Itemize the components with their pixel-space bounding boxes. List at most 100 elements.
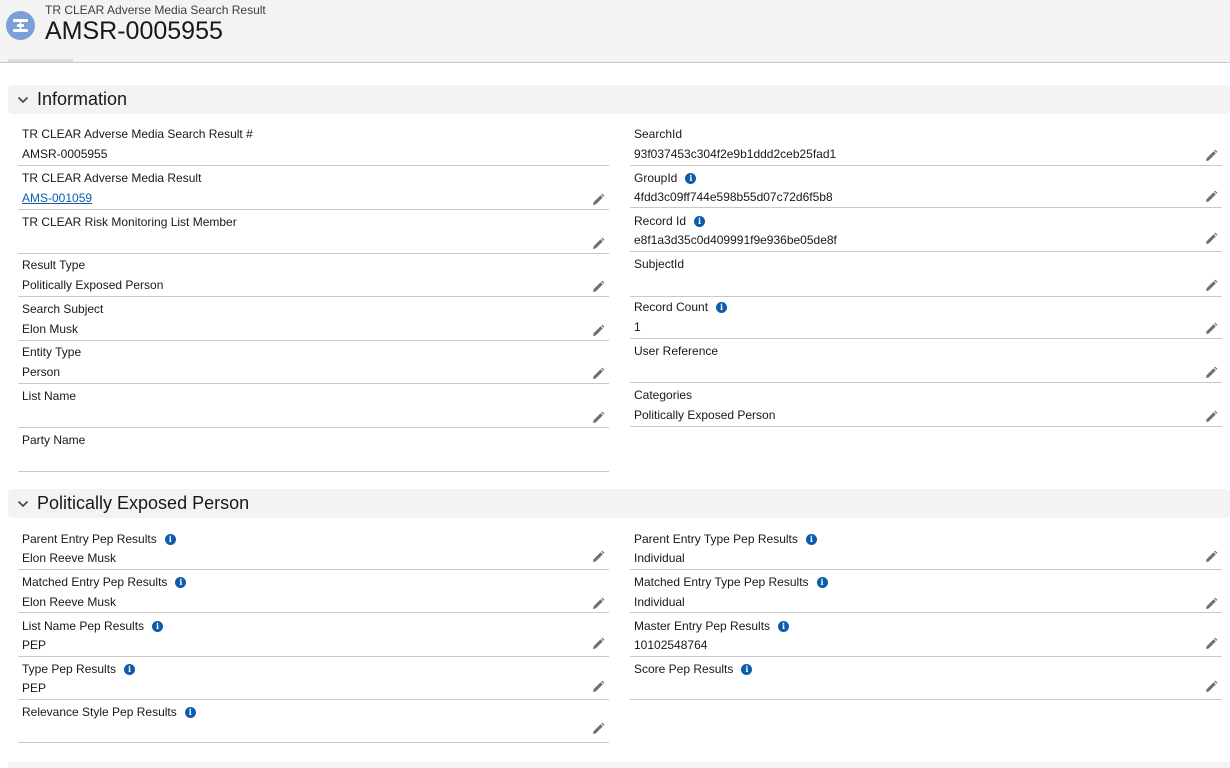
field-risk-monitoring-list-member: TR CLEAR Risk Monitoring List Member — [18, 210, 609, 254]
field-label: GroupId — [634, 171, 678, 185]
field-label: TR CLEAR Adverse Media Search Result # — [22, 127, 253, 141]
pencil-icon[interactable] — [591, 597, 605, 611]
field-value: Elon Reeve Musk — [22, 595, 117, 609]
pencil-icon[interactable] — [591, 367, 605, 381]
pencil-icon[interactable] — [1204, 279, 1218, 293]
field-label: Type Pep Results — [22, 662, 117, 676]
field-list-name-pep: List Name Pep Results i PEP — [18, 614, 609, 658]
pencil-icon[interactable] — [1204, 637, 1218, 651]
info-icon[interactable]: i — [175, 577, 187, 588]
field-group-id: GroupId i 4fdd3c09ff744e598b55d07c72d6f5b… — [630, 166, 1222, 210]
pencil-icon[interactable] — [1204, 550, 1218, 564]
pencil-icon[interactable] — [591, 237, 605, 251]
field-record-id: Record Id i e8f1a3d35c0d409991f9e936be05d… — [630, 209, 1222, 253]
field-value: e8f1a3d35c0d409991f9e936be05de8f — [634, 233, 837, 247]
field-value: Elon Musk — [22, 322, 79, 336]
section-title: Information — [37, 89, 128, 109]
field-label: User Reference — [634, 344, 719, 358]
section-header-pep[interactable]: Politically Exposed Person — [8, 489, 1230, 518]
adverse-media-result-link[interactable]: AMS-001059 — [22, 191, 92, 205]
field-value: Elon Reeve Musk — [22, 551, 117, 565]
field-adverse-media-result: TR CLEAR Adverse Media Result AMS-001059 — [18, 166, 609, 210]
field-matched-entry-pep: Matched Entry Pep Results i Elon Reeve Mu… — [18, 570, 609, 614]
pencil-icon[interactable] — [591, 324, 605, 338]
field-master-entry-pep: Master Entry Pep Results i 10102548764 — [630, 614, 1222, 658]
field-subject-id: SubjectId — [630, 252, 1222, 297]
field-label: Categories — [634, 388, 693, 402]
field-matched-entry-type-pep: Matched Entry Type Pep Results i Individu… — [630, 570, 1222, 614]
field-parent-entry-type-pep: Parent Entry Type Pep Results i Individua… — [630, 527, 1222, 571]
field-value: 1 — [634, 320, 641, 334]
field-result-type: Result Type Politically Exposed Person — [18, 253, 609, 297]
pencil-icon[interactable] — [1204, 597, 1218, 611]
info-icon[interactable]: i — [805, 534, 817, 545]
pencil-icon[interactable] — [591, 722, 605, 736]
field-value: AMSR-0005955 — [22, 147, 108, 161]
info-icon[interactable]: i — [164, 534, 176, 545]
info-icon[interactable]: i — [152, 621, 164, 632]
field-label: Score Pep Results — [634, 662, 734, 676]
field-relevance-style-pep: Relevance Style Pep Results i — [18, 700, 609, 744]
info-icon[interactable]: i — [184, 707, 196, 718]
field-value: Individual — [634, 551, 685, 565]
info-icon[interactable]: i — [816, 577, 828, 588]
field-label: List Name — [22, 389, 77, 403]
field-search-id: SearchId 93f037453c304f2e9b1ddd2ceb25fad… — [630, 122, 1222, 166]
field-label: SubjectId — [634, 257, 685, 271]
info-icon[interactable]: i — [778, 621, 790, 632]
field-score-pep: Score Pep Results i — [630, 657, 1222, 701]
info-icon[interactable]: i — [716, 302, 728, 313]
field-label: Master Entry Pep Results — [634, 619, 771, 633]
field-label: TR CLEAR Adverse Media Result — [22, 171, 202, 185]
section-title: Politically Exposed Person — [37, 493, 250, 513]
field-label: Matched Entry Pep Results — [22, 575, 168, 589]
field-label: Search Subject — [22, 302, 104, 316]
field-label: Party Name — [22, 433, 86, 447]
field-value: 4fdd3c09ff744e598b55d07c72d6f5b8 — [634, 190, 833, 204]
info-icon[interactable]: i — [694, 216, 706, 227]
field-label: Result Type — [22, 258, 86, 272]
field-label: Record Count — [634, 300, 709, 314]
pencil-icon[interactable] — [591, 680, 605, 694]
pencil-icon[interactable] — [591, 193, 605, 207]
field-value: PEP — [22, 681, 47, 695]
pencil-icon[interactable] — [591, 411, 605, 425]
field-record-count: Record Count i 1 — [630, 295, 1222, 339]
field-parent-entry-pep: Parent Entry Pep Results i Elon Reeve Mus… — [18, 527, 609, 571]
pencil-icon[interactable] — [1204, 190, 1218, 204]
chevron-down-icon[interactable] — [17, 94, 29, 106]
field-label: Record Id — [634, 214, 687, 228]
field-user-reference: User Reference — [630, 339, 1222, 383]
field-value: Person — [22, 365, 61, 379]
field-label: Entity Type — [22, 345, 82, 359]
field-value: Politically Exposed Person — [22, 278, 164, 292]
object-label: TR CLEAR Adverse Media Search Result — [45, 3, 266, 17]
field-value: 10102548764 — [634, 638, 708, 652]
pencil-icon[interactable] — [1204, 149, 1218, 163]
field-label: Parent Entry Pep Results — [22, 532, 157, 546]
pencil-icon[interactable] — [591, 280, 605, 294]
info-icon[interactable]: i — [685, 173, 697, 184]
field-type-pep: Type Pep Results i PEP — [18, 657, 609, 701]
field-categories: Categories Politically Exposed Person — [630, 383, 1222, 427]
section-header-information[interactable]: Information — [8, 85, 1230, 114]
next-section-header — [8, 762, 1230, 768]
pencil-icon[interactable] — [591, 550, 605, 564]
pencil-icon[interactable] — [1204, 410, 1218, 424]
info-icon[interactable]: i — [741, 664, 753, 675]
field-value: 93f037453c304f2e9b1ddd2ceb25fad1 — [634, 147, 837, 161]
pencil-icon[interactable] — [1204, 680, 1218, 694]
field-label: Relevance Style Pep Results — [22, 705, 177, 719]
pencil-icon[interactable] — [1204, 232, 1218, 246]
pencil-icon[interactable] — [591, 637, 605, 651]
pencil-icon[interactable] — [1204, 322, 1218, 336]
field-entity-type: Entity Type Person — [18, 340, 609, 384]
field-label: Parent Entry Type Pep Results — [634, 532, 798, 546]
info-icon[interactable]: i — [124, 664, 136, 675]
field-search-subject: Search Subject Elon Musk — [18, 297, 609, 341]
field-search-result-number: TR CLEAR Adverse Media Search Result # A… — [18, 122, 609, 166]
field-list-name: List Name — [18, 384, 609, 428]
pencil-icon[interactable] — [1204, 366, 1218, 380]
chevron-down-icon[interactable] — [17, 498, 29, 510]
field-party-name: Party Name — [18, 428, 609, 472]
